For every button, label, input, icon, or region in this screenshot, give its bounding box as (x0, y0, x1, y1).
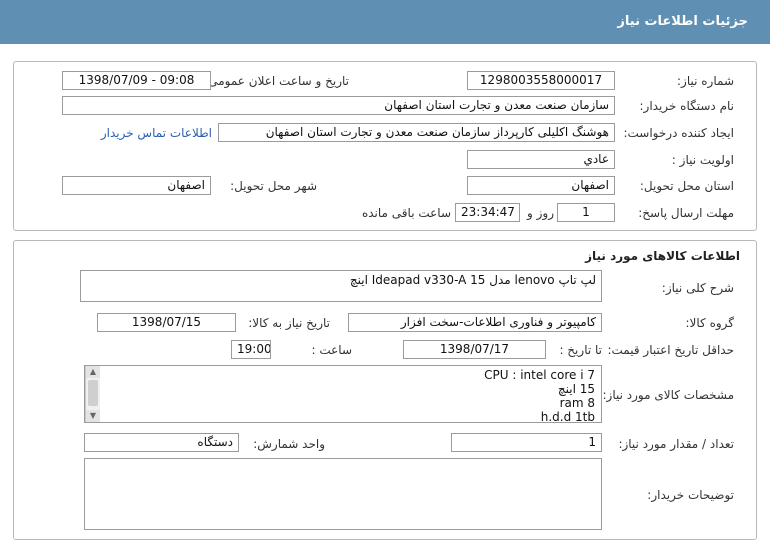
buyer-notes-field (84, 458, 602, 530)
general-desc-field: لپ تاپ lenovo مدل Ideapad v330-A 15 اینچ (80, 270, 602, 302)
goods-group-label: گروه کالا: (685, 316, 735, 330)
deadline-days-field: 1 (557, 203, 615, 222)
delivery-city-field: اصفهان (62, 176, 211, 195)
page-title: جزئیات اطلاعات نیاز (617, 14, 748, 29)
spec-line: CPU : intel core i 7 (484, 368, 595, 382)
scroll-up-icon[interactable]: ▲ (86, 366, 100, 378)
general-desc-label: شرح کلی نیاز: (661, 281, 734, 295)
buyer-org-label: نام دستگاه خریدار: (639, 99, 735, 113)
deadline-label: مهلت ارسال پاسخ: (638, 206, 734, 220)
specs-field[interactable]: CPU : intel core i 7 15 اینچ ram 8 h.d.d… (84, 365, 602, 423)
buyer-org-field: سازمان صنعت معدن و تجارت استان اصفهان (62, 96, 615, 115)
spec-line: h.d.d 1tb (540, 410, 595, 423)
unit-label: واحد شمارش: (253, 437, 325, 451)
need-date-label: تاریخ نیاز به کالا: (248, 316, 330, 330)
buyer-notes-label: توضیحات خریدار: (647, 488, 734, 502)
announce-datetime-label: تاریخ و ساعت اعلان عمومی: (204, 74, 349, 88)
goods-section-title: اطلاعات کالاهای مورد نیاز (585, 249, 740, 263)
time-label: ساعت : (311, 343, 352, 357)
days-label: روز و (527, 206, 554, 220)
time-field: 19:00 (231, 340, 271, 359)
delivery-city-label: شهر محل تحویل: (230, 179, 317, 193)
general-desc-text: لپ تاپ lenovo مدل Ideapad v330-A 15 اینچ (349, 273, 596, 287)
priority-field: عادي (467, 150, 615, 169)
unit-field: دستگاه (84, 433, 239, 452)
scroll-down-icon[interactable]: ▼ (86, 410, 100, 422)
goods-group-field: کامپیوتر و فناوری اطلاعات-سخت افزار (348, 313, 602, 332)
priority-label: اولویت نیاز : (671, 153, 734, 167)
spec-line: ram 8 (559, 396, 595, 410)
requester-field: هوشنگ اکلیلی کارپرداز سازمان صنعت معدن و… (218, 123, 615, 142)
page-title-bar: جزئیات اطلاعات نیاز (0, 0, 770, 44)
delivery-province-label: استان محل تحویل: (639, 179, 734, 193)
until-date-field: 1398/07/17 (403, 340, 546, 359)
spec-line: 15 اینچ (557, 382, 595, 396)
requester-label: ایجاد کننده درخواست: (623, 126, 734, 140)
quantity-field: 1 (451, 433, 602, 452)
specs-label: مشخصات کالای مورد نیاز: (602, 388, 734, 402)
min-validity-label: حداقل تاریخ اعتبار قیمت: (607, 343, 734, 357)
buyer-contact-link[interactable]: اطلاعات تماس خریدار (100, 124, 212, 142)
until-date-label: تا تاریخ : (559, 343, 602, 357)
need-number-field: 1298003558000017 (467, 71, 615, 90)
deadline-time-field: 23:34:47 (455, 203, 520, 222)
scroll-thumb[interactable] (88, 380, 98, 406)
need-date-field: 1398/07/15 (97, 313, 236, 332)
specs-scrollbar[interactable]: ▲ ▼ (85, 366, 100, 422)
announce-datetime-field: 1398/07/09 - 09:08 (62, 71, 211, 90)
quantity-label: تعداد / مقدار مورد نیاز: (618, 437, 734, 451)
remaining-label: ساعت باقی مانده (361, 206, 451, 220)
delivery-province-field: اصفهان (467, 176, 615, 195)
need-number-label: شماره نیاز: (677, 74, 734, 88)
